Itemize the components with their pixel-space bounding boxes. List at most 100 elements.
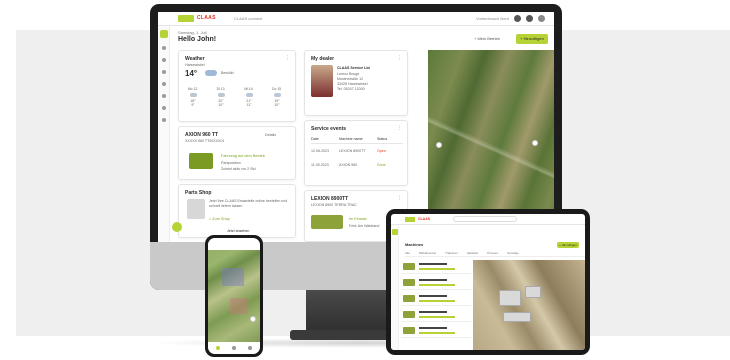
weather-condition: Bewölkt — [221, 71, 234, 75]
app-topbar: CLAAS CLAAS connect Vorkenbusch Nord — [158, 12, 554, 26]
date-label: Samstag, 1. Juli — [178, 30, 207, 35]
help-icon[interactable] — [526, 15, 533, 22]
add-button[interactable]: + Hinzufügen — [516, 34, 548, 44]
list-item[interactable] — [401, 324, 471, 338]
nav-home-icon[interactable] — [160, 30, 168, 38]
dealer-photo — [311, 65, 333, 97]
tablet-topbar: CLAAS — [391, 214, 585, 225]
forecast-day: Do 15. 19° 10° — [272, 87, 282, 107]
list-item[interactable] — [401, 276, 471, 290]
tab[interactable]: Häcksler — [467, 251, 479, 255]
nav-rail — [158, 26, 170, 242]
tablet: CLAAS Machines + Hinzufügen Alle Mähdres… — [386, 209, 590, 355]
list-item[interactable] — [401, 308, 471, 322]
parts-image — [187, 199, 205, 219]
app-logo[interactable] — [178, 15, 194, 22]
tab[interactable]: Alle — [405, 251, 410, 255]
my-farm-button[interactable]: + Mein Betrieb — [474, 36, 500, 41]
field-overlay[interactable] — [230, 298, 248, 314]
status-badge: Open — [377, 149, 386, 153]
nav-home-icon[interactable] — [392, 229, 398, 235]
machine-location: Fahrzeug auf dem Betrieb — [221, 154, 265, 158]
parts-text: Jetzt Ihre CLAAS Ersatzteile online best… — [209, 199, 288, 208]
weather-title: Weather — [185, 56, 205, 62]
nav-field-icon[interactable] — [162, 70, 166, 74]
machine-status: Parkposition — [221, 161, 241, 165]
farm-selector[interactable]: Vorkenbusch Nord — [476, 16, 509, 21]
nav-doc-icon[interactable] — [162, 106, 166, 110]
service-card[interactable]: Service events ⋮ Date Machine name Statu… — [304, 120, 408, 186]
col-header: Date — [311, 137, 319, 141]
list-item[interactable] — [401, 292, 471, 306]
cloud-icon — [189, 93, 197, 97]
table-cell[interactable]: AXION 960 — [339, 163, 357, 168]
app-logo[interactable] — [405, 217, 415, 222]
nav-shop-icon[interactable] — [162, 94, 166, 98]
tablet-screen: CLAAS Machines + Hinzufügen Alle Mähdres… — [391, 214, 585, 350]
tab[interactable]: Mähdrescher — [419, 251, 437, 255]
more-icon[interactable]: ⋮ — [397, 55, 402, 61]
field-overlay[interactable] — [222, 268, 244, 286]
phone-screen — [208, 238, 260, 354]
more-icon[interactable]: ⋮ — [397, 195, 402, 201]
forecast-day: Mo 12. 18° 9° — [187, 87, 199, 107]
locate-icon[interactable] — [250, 316, 256, 322]
forecast-day: Di 13. 20° 10° — [216, 87, 226, 107]
address-bar[interactable] — [453, 216, 517, 222]
cloud-icon — [217, 93, 225, 97]
nav-home-icon[interactable] — [216, 346, 220, 350]
cloud-icon — [273, 93, 281, 97]
tab[interactable]: Pressen — [487, 251, 498, 255]
dealer-line: 33428 Harsewinkel — [337, 82, 368, 86]
nav-machine-icon[interactable] — [162, 58, 166, 62]
combine-status: Im Einsatz — [349, 217, 367, 221]
list-item[interactable] — [401, 260, 471, 274]
monitor-screen: CLAAS CLAAS connect Vorkenbusch Nord Sam… — [158, 12, 554, 242]
add-fab-icon[interactable] — [172, 222, 182, 232]
more-icon[interactable]: ⋮ — [397, 125, 402, 131]
add-button[interactable]: + Hinzufügen — [557, 242, 579, 248]
nav-map-icon[interactable] — [162, 46, 166, 50]
cloud-icon — [205, 70, 217, 76]
brand-name: CLAAS — [197, 15, 216, 21]
tab[interactable]: Traktoren — [445, 251, 458, 255]
map-pin-icon[interactable] — [532, 140, 538, 146]
machine-card[interactable]: AXION 960 TT XXXXX 960 TT00XXX01 Details… — [178, 126, 296, 180]
avatar[interactable] — [538, 15, 545, 22]
satellite-map[interactable] — [473, 260, 585, 350]
table-cell[interactable]: LEXION 8900TT — [339, 149, 366, 154]
building — [525, 286, 541, 298]
machine-list — [401, 260, 471, 350]
phone-bottom-nav — [208, 342, 260, 354]
tab[interactable]: Sonstige — [507, 251, 519, 255]
weather-card[interactable]: Weather ⋮ Harsewinkel 14° Bewölkt Mo 12.… — [178, 50, 296, 122]
forecast-day: Mi 14. 21° 11° — [244, 87, 254, 107]
nav-rail — [391, 225, 399, 350]
view-button[interactable]: Jetzt ansehen — [227, 229, 249, 234]
nav-map-icon[interactable] — [232, 346, 236, 350]
dealer-line: Musterstraße 12 — [337, 77, 364, 81]
brand-name: CLAAS — [418, 217, 431, 221]
shop-link[interactable]: > Zum Shop — [209, 217, 230, 221]
topbar-title: CLAAS connect — [234, 16, 263, 21]
smartphone — [205, 235, 263, 357]
notification-icon[interactable] — [514, 15, 521, 22]
col-header: Status — [377, 137, 388, 141]
combine-image — [311, 215, 343, 229]
parts-title: Parts Shop — [185, 190, 212, 196]
locate-icon[interactable] — [436, 142, 442, 148]
more-icon[interactable]: ⋮ — [285, 55, 290, 61]
nav-settings-icon[interactable] — [162, 118, 166, 122]
nav-task-icon[interactable] — [162, 82, 166, 86]
weather-temp: 14° — [185, 69, 198, 78]
dealer-line: Lorenz Bouge — [337, 72, 360, 76]
dealer-title: My dealer — [311, 56, 335, 62]
phone-topbar — [208, 238, 260, 250]
machine-details-link[interactable]: Details — [265, 133, 276, 138]
parts-shop-card[interactable]: Parts Shop Jetzt Ihre CLAAS Ersatzteile … — [178, 184, 296, 238]
dealer-name: CLAAS Service Ltd — [337, 66, 370, 70]
page-title: Machines — [405, 242, 424, 247]
col-header: Machine name — [339, 137, 363, 141]
dealer-card[interactable]: My dealer ⋮ CLAAS Service Ltd Lorenz Bou… — [304, 50, 408, 116]
nav-menu-icon[interactable] — [248, 346, 252, 350]
